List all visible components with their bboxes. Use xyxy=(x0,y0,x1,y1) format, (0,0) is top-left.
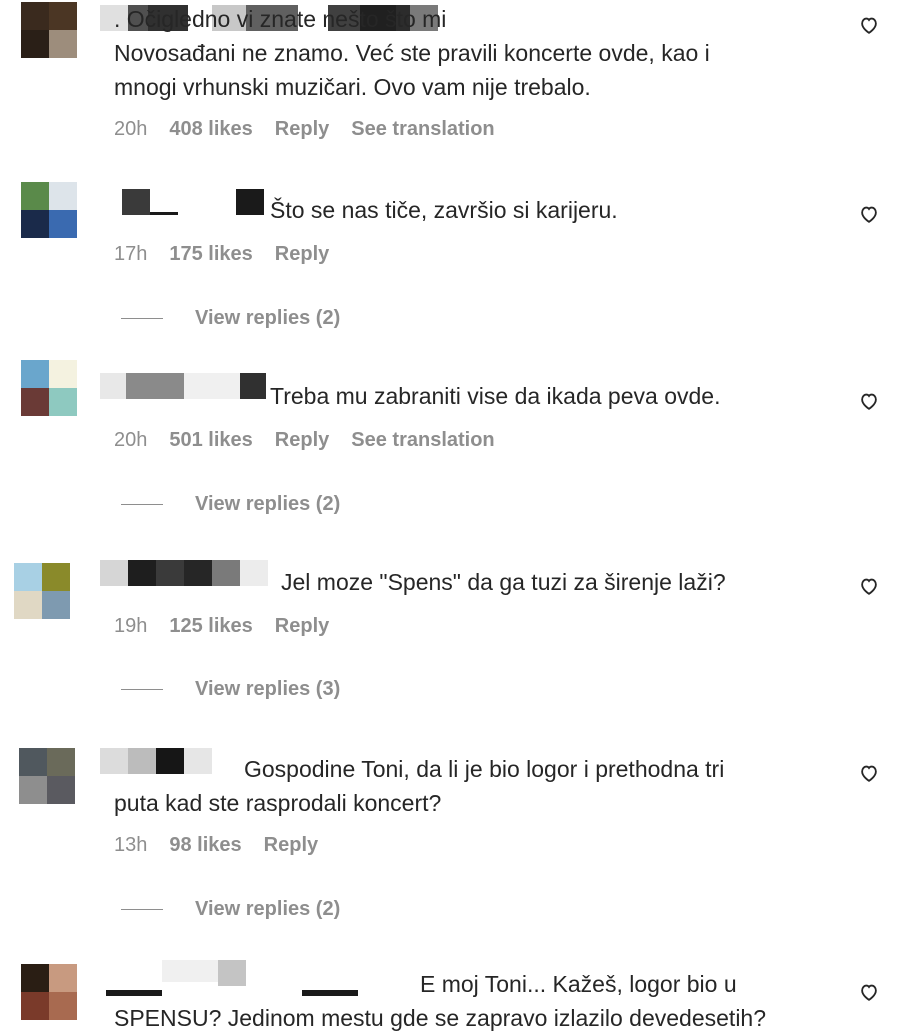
avatar-pixel xyxy=(14,563,42,591)
avatar-pixel xyxy=(47,748,75,776)
comment-time: 13h xyxy=(114,834,148,856)
avatar-pixel xyxy=(21,388,49,416)
avatar[interactable] xyxy=(21,964,77,1020)
comment-meta: 19h 125 likes Reply xyxy=(114,615,329,638)
avatar[interactable] xyxy=(21,2,77,58)
avatar[interactable] xyxy=(19,748,75,804)
view-replies-label: View replies (2) xyxy=(195,493,341,515)
view-replies-label: View replies (3) xyxy=(195,678,341,700)
comment-time: 20h xyxy=(114,118,148,140)
comment-meta: 13h 98 likes Reply xyxy=(114,834,318,857)
comment-time: 19h xyxy=(114,615,148,637)
comment-time: 17h xyxy=(114,243,148,265)
avatar-pixel xyxy=(42,563,70,591)
likes-count[interactable]: 408 likes xyxy=(169,118,252,141)
avatar-pixel xyxy=(21,30,49,58)
comment-text: Jel moze "Spens" da ga tuzi za širenje l… xyxy=(281,569,726,595)
reply-button[interactable]: Reply xyxy=(275,118,329,141)
avatar-pixel xyxy=(49,2,77,30)
view-replies-button[interactable]: View replies (2) xyxy=(121,898,340,921)
avatar-pixel xyxy=(14,591,42,619)
likes-count[interactable]: 501 likes xyxy=(169,429,252,452)
avatar-pixel xyxy=(49,360,77,388)
comment-text: E moj Toni... Kažeš, logor bio u SPENSU?… xyxy=(114,971,767,1031)
reply-button[interactable]: Reply xyxy=(275,615,329,638)
divider-line xyxy=(121,318,163,319)
comment-meta: 20h 408 likes Reply See translation xyxy=(114,118,495,141)
heart-outline-icon[interactable] xyxy=(858,981,880,1003)
comment-text: . Očigledno vi znate nešto što mi Novosa… xyxy=(114,6,710,100)
likes-count[interactable]: 175 likes xyxy=(169,243,252,266)
comment-meta: 17h 175 likes Reply xyxy=(114,243,329,266)
avatar-pixel xyxy=(49,964,77,992)
see-translation-button[interactable]: See translation xyxy=(351,118,494,141)
view-replies-button[interactable]: View replies (3) xyxy=(121,678,340,701)
avatar-pixel xyxy=(49,992,77,1020)
avatar-pixel xyxy=(21,210,49,238)
avatar-pixel xyxy=(21,964,49,992)
comment-time: 20h xyxy=(114,429,148,451)
reply-button[interactable]: Reply xyxy=(275,243,329,266)
divider-line xyxy=(121,504,163,505)
avatar-pixel xyxy=(49,30,77,58)
reply-button[interactable]: Reply xyxy=(275,429,329,452)
avatar-pixel xyxy=(21,182,49,210)
avatar-pixel xyxy=(49,182,77,210)
heart-outline-icon[interactable] xyxy=(858,390,880,412)
heart-outline-icon[interactable] xyxy=(858,14,880,36)
avatar[interactable] xyxy=(21,360,77,416)
view-replies-label: View replies (2) xyxy=(195,898,341,920)
avatar-pixel xyxy=(47,776,75,804)
heart-outline-icon[interactable] xyxy=(858,203,880,225)
comment-text: Gospodine Toni, da li je bio logor i pre… xyxy=(114,756,725,816)
reply-button[interactable]: Reply xyxy=(264,834,318,857)
avatar-pixel xyxy=(42,591,70,619)
heart-outline-icon[interactable] xyxy=(858,575,880,597)
avatar[interactable] xyxy=(21,182,77,238)
likes-count[interactable]: 98 likes xyxy=(169,834,241,857)
avatar-pixel xyxy=(49,210,77,238)
redacted-username[interactable] xyxy=(100,373,266,399)
heart-outline-icon[interactable] xyxy=(858,762,880,784)
view-replies-button[interactable]: View replies (2) xyxy=(121,493,340,516)
divider-line xyxy=(121,909,163,910)
divider-line xyxy=(121,689,163,690)
avatar-pixel xyxy=(19,776,47,804)
see-translation-button[interactable]: See translation xyxy=(351,429,494,452)
redacted-username[interactable] xyxy=(122,189,264,215)
redacted-username[interactable] xyxy=(100,560,268,586)
view-replies-button[interactable]: View replies (2) xyxy=(121,307,340,330)
view-replies-label: View replies (2) xyxy=(195,307,341,329)
comment-text: Treba mu zabraniti vise da ikada peva ov… xyxy=(270,383,721,409)
avatar-pixel xyxy=(21,992,49,1020)
comment-meta: 20h 501 likes Reply See translation xyxy=(114,429,495,452)
avatar-pixel xyxy=(21,2,49,30)
comment-text: Što se nas tiče, završio si karijeru. xyxy=(270,197,618,223)
avatar-pixel xyxy=(49,388,77,416)
likes-count[interactable]: 125 likes xyxy=(169,615,252,638)
avatar[interactable] xyxy=(14,563,70,619)
avatar-pixel xyxy=(19,748,47,776)
avatar-pixel xyxy=(21,360,49,388)
